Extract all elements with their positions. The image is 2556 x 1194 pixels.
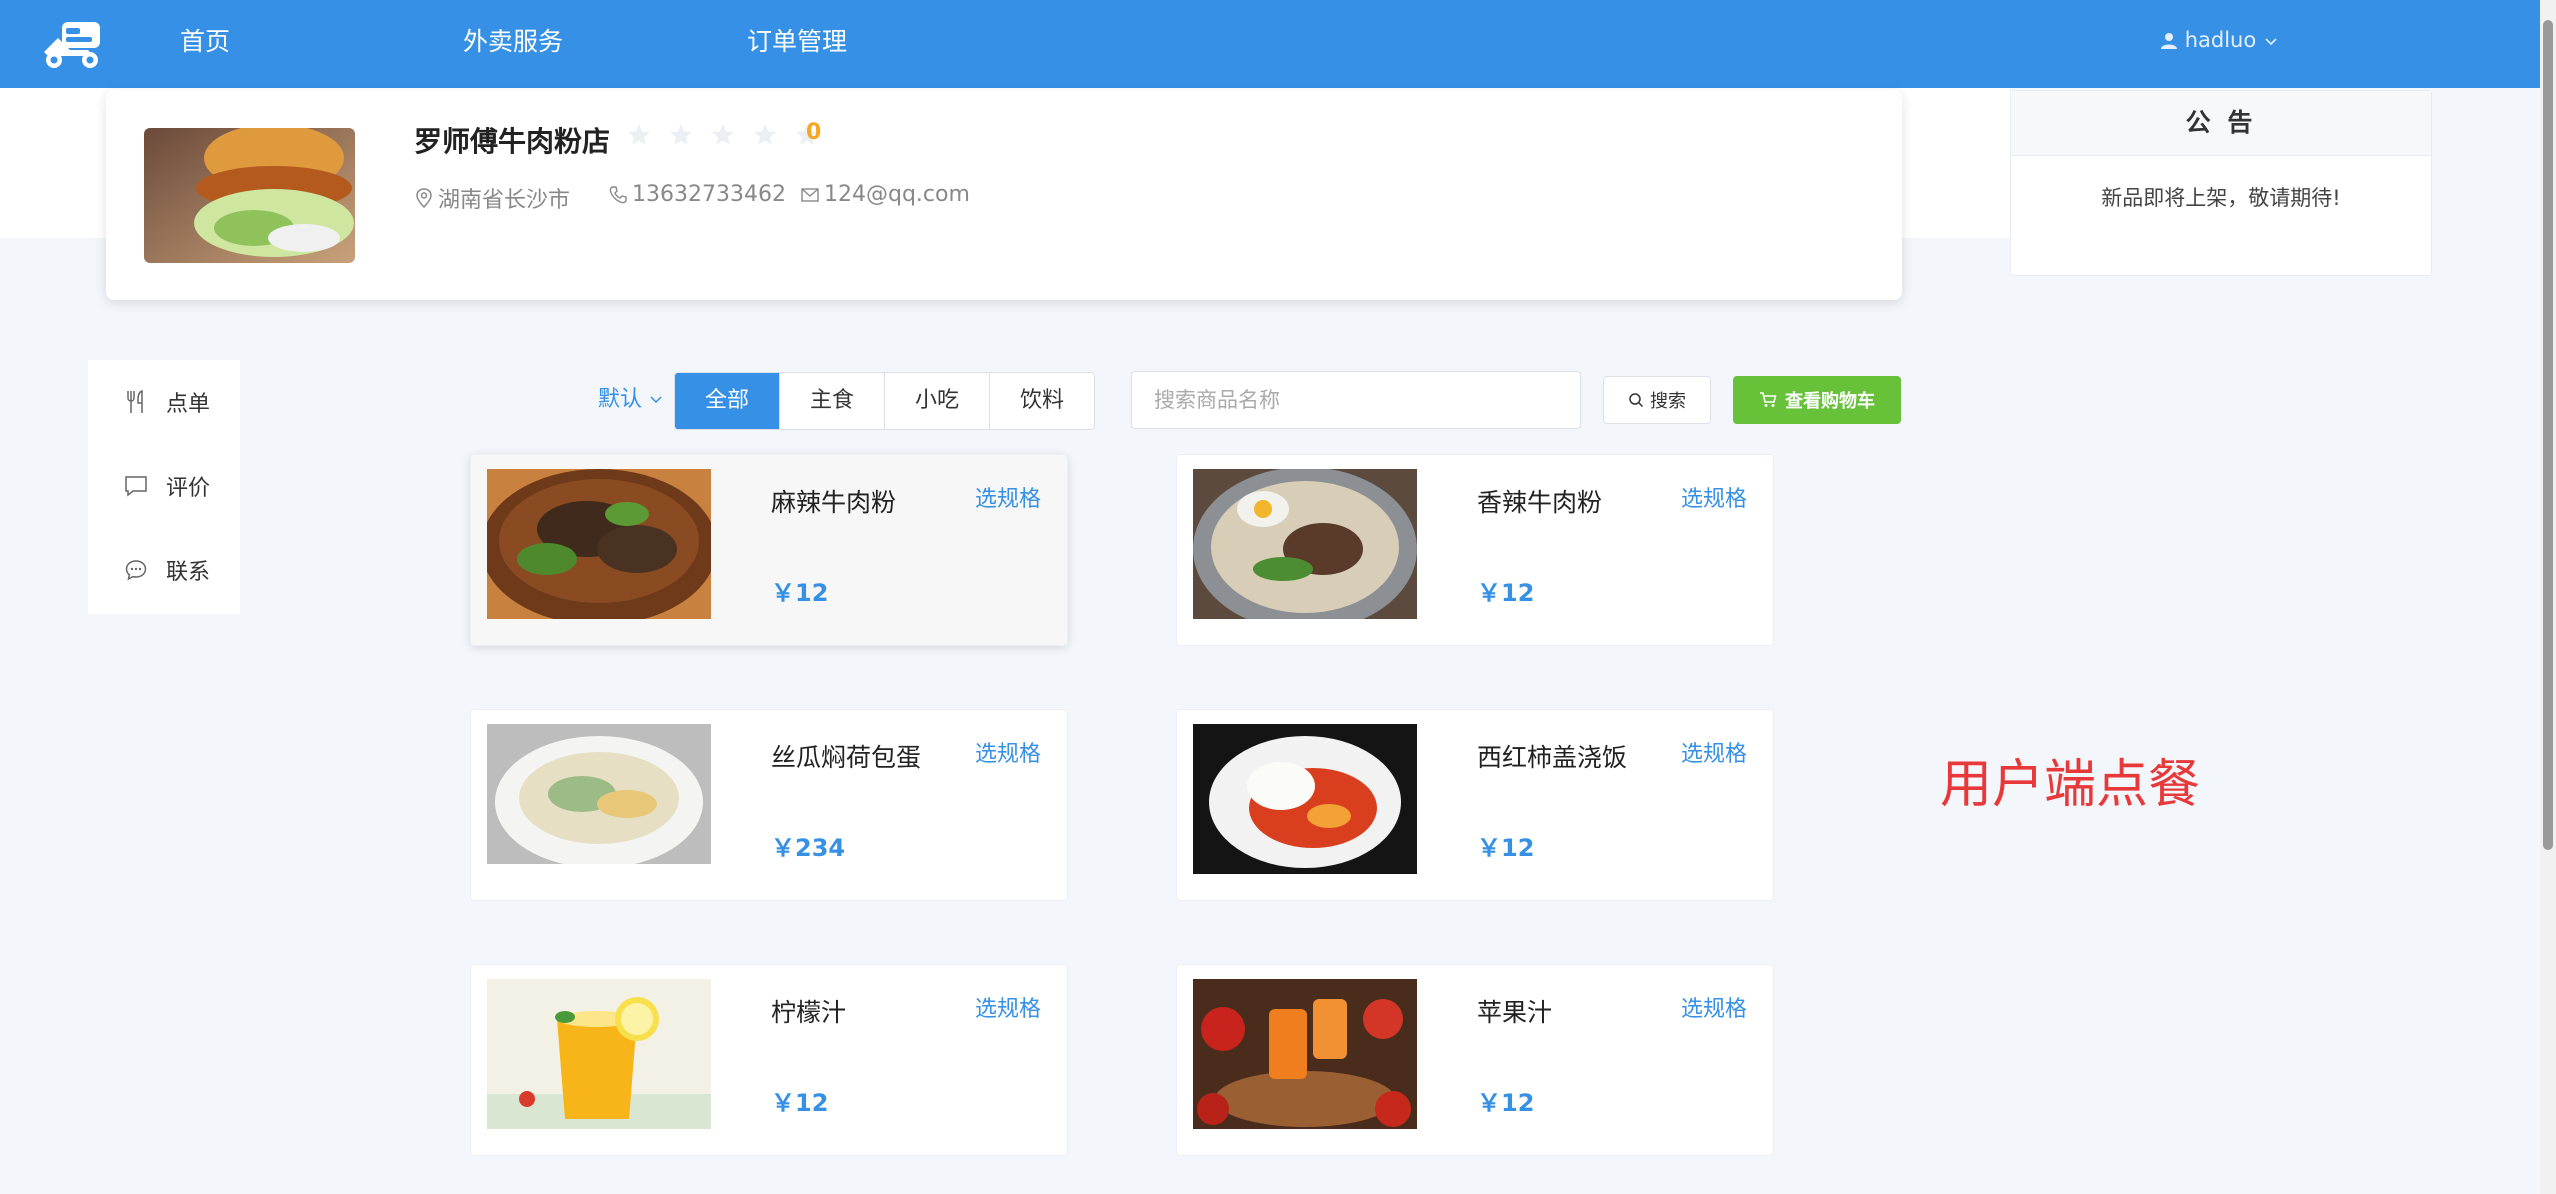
shop-phone: 13632733462 bbox=[608, 182, 786, 207]
star-icon[interactable] bbox=[710, 122, 736, 148]
select-spec-link[interactable]: 选规格 bbox=[975, 736, 1041, 768]
rating-stars[interactable] bbox=[626, 122, 831, 152]
user-menu[interactable]: hadluo bbox=[2160, 0, 2279, 80]
side-item-review[interactable]: 评价 bbox=[88, 444, 240, 528]
notice-title: 公 告 bbox=[2011, 91, 2431, 156]
sort-dropdown[interactable]: 默认 bbox=[598, 372, 663, 428]
tab-all[interactable]: 全部 bbox=[675, 373, 781, 429]
search-input[interactable] bbox=[1131, 371, 1581, 429]
side-item-order[interactable]: 点单 bbox=[88, 360, 240, 444]
mail-icon bbox=[801, 187, 819, 202]
notice-panel: 公 告 新品即将上架，敬请期待! bbox=[2010, 90, 2432, 276]
shop-phone-text: 13632733462 bbox=[632, 182, 786, 207]
view-cart-button[interactable]: 查看购物车 bbox=[1733, 376, 1901, 424]
product-name: 柠檬汁 bbox=[771, 998, 847, 1027]
view-cart-label: 查看购物车 bbox=[1785, 391, 1875, 412]
rating-score: 0 bbox=[806, 120, 822, 145]
comment-icon bbox=[125, 476, 147, 497]
product-card[interactable]: 香辣牛肉粉 选规格 ￥12 bbox=[1176, 454, 1774, 646]
product-price: ￥12 bbox=[771, 579, 829, 607]
product-card[interactable]: 丝瓜焖荷包蛋 选规格 ￥234 bbox=[470, 709, 1068, 901]
shop-email: 124@qq.com bbox=[800, 182, 970, 207]
star-icon[interactable] bbox=[626, 122, 652, 148]
product-name: 苹果汁 bbox=[1477, 998, 1553, 1027]
product-card[interactable]: 柠檬汁 选规格 ￥12 bbox=[470, 964, 1068, 1156]
cart-icon bbox=[1760, 392, 1777, 407]
location-icon bbox=[416, 188, 432, 209]
select-spec-link[interactable]: 选规格 bbox=[1681, 481, 1747, 513]
shop-photo bbox=[144, 128, 355, 263]
fork-knife-icon bbox=[127, 389, 143, 413]
phone-icon bbox=[609, 185, 627, 203]
side-item-label: 评价 bbox=[166, 476, 211, 501]
product-name: 香辣牛肉粉 bbox=[1477, 488, 1603, 517]
shop-info-card: 罗师傅牛肉粉店 0 湖南省长沙市 13632733462 124@qq.com bbox=[106, 90, 1902, 300]
tab-main-food[interactable]: 主食 bbox=[780, 373, 886, 429]
product-image[interactable] bbox=[487, 979, 711, 1129]
select-spec-link[interactable]: 选规格 bbox=[975, 991, 1041, 1023]
product-price: ￥12 bbox=[1477, 1089, 1535, 1117]
side-item-label: 点单 bbox=[166, 392, 211, 417]
category-tabs: 全部 主食 小吃 饮料 bbox=[674, 372, 1096, 430]
notice-content: 新品即将上架，敬请期待! bbox=[2101, 186, 2341, 210]
top-navbar: 首页 外卖服务 订单管理 hadluo bbox=[0, 0, 2540, 88]
select-spec-link[interactable]: 选规格 bbox=[1681, 736, 1747, 768]
product-image[interactable] bbox=[1193, 724, 1417, 874]
shop-address-text: 湖南省长沙市 bbox=[438, 188, 571, 213]
chat-dots-icon bbox=[125, 560, 147, 581]
chevron-down-icon bbox=[650, 396, 662, 404]
username: hadluo bbox=[2184, 28, 2257, 52]
chevron-down-icon bbox=[2265, 38, 2277, 46]
product-card[interactable]: 麻辣牛肉粉 选规格 ￥12 bbox=[470, 454, 1068, 646]
product-image[interactable] bbox=[1193, 469, 1417, 619]
sort-label: 默认 bbox=[598, 387, 643, 412]
product-image[interactable] bbox=[1193, 979, 1417, 1129]
product-name: 麻辣牛肉粉 bbox=[771, 488, 897, 517]
product-card[interactable]: 苹果汁 选规格 ￥12 bbox=[1176, 964, 1774, 1156]
search-icon bbox=[1629, 393, 1644, 408]
delivery-logo-icon[interactable] bbox=[40, 16, 104, 72]
shop-name: 罗师傅牛肉粉店 bbox=[414, 125, 611, 158]
shop-email-text: 124@qq.com bbox=[824, 182, 970, 207]
nav-home[interactable]: 首页 bbox=[180, 0, 230, 88]
select-spec-link[interactable]: 选规格 bbox=[1681, 991, 1747, 1023]
star-icon[interactable] bbox=[752, 122, 778, 148]
page-scrollbar[interactable] bbox=[2540, 0, 2556, 1194]
side-item-contact[interactable]: 联系 bbox=[88, 528, 240, 612]
product-price: ￥12 bbox=[771, 1089, 829, 1117]
product-image[interactable] bbox=[487, 724, 711, 874]
user-icon bbox=[2161, 33, 2177, 49]
product-name: 丝瓜焖荷包蛋 bbox=[771, 743, 922, 772]
product-price: ￥12 bbox=[1477, 834, 1535, 862]
nav-delivery-service[interactable]: 外卖服务 bbox=[463, 0, 563, 88]
side-item-label: 联系 bbox=[166, 560, 211, 585]
select-spec-link[interactable]: 选规格 bbox=[975, 481, 1041, 513]
caption-label: 用户端点餐 bbox=[1940, 755, 2201, 815]
product-card[interactable]: 西红柿盖浇饭 选规格 ￥12 bbox=[1176, 709, 1774, 901]
scrollbar-thumb[interactable] bbox=[2543, 20, 2553, 850]
nav-order-management[interactable]: 订单管理 bbox=[747, 0, 847, 88]
product-name: 西红柿盖浇饭 bbox=[1477, 743, 1628, 772]
star-icon[interactable] bbox=[668, 122, 694, 148]
product-image[interactable] bbox=[487, 469, 711, 619]
side-menu: 点单 评价 联系 bbox=[88, 360, 240, 614]
tab-snacks[interactable]: 小吃 bbox=[885, 373, 991, 429]
search-button-label: 搜索 bbox=[1650, 391, 1686, 412]
tab-drinks[interactable]: 饮料 bbox=[990, 373, 1095, 429]
product-price: ￥234 bbox=[771, 834, 846, 862]
product-price: ￥12 bbox=[1477, 579, 1535, 607]
shop-address: 湖南省长沙市 bbox=[414, 182, 570, 214]
search-button[interactable]: 搜索 bbox=[1603, 376, 1711, 424]
